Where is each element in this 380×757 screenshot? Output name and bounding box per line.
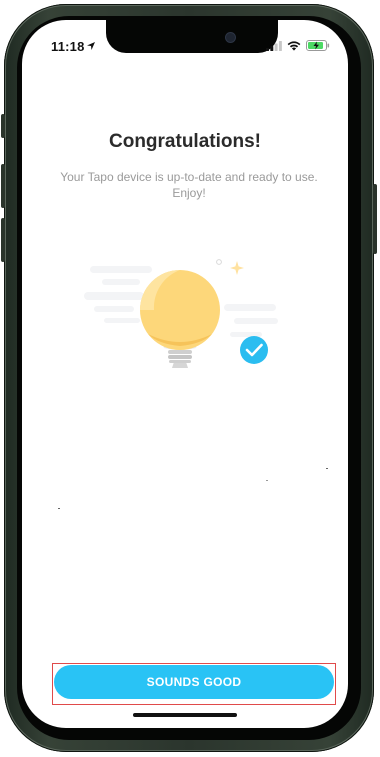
home-indicator: [133, 713, 237, 717]
front-camera: [226, 33, 235, 42]
sparkle-icon: [216, 259, 244, 275]
cellular-signal-icon: [266, 40, 282, 51]
notch: [106, 20, 278, 53]
power-button: [373, 184, 377, 254]
volume-up-button: [1, 164, 5, 208]
phone-screen: 11:18 Congratulations! Your Tapo device …: [22, 20, 348, 728]
location-arrow-icon: [87, 42, 95, 50]
page-title: Congratulations!: [109, 131, 261, 152]
status-icons: [266, 40, 330, 51]
sounds-good-button[interactable]: SOUNDS GOOD: [54, 665, 334, 699]
wifi-icon: [287, 40, 301, 51]
mute-switch: [1, 114, 5, 138]
volume-down-button: [1, 218, 5, 262]
dust-speck: [266, 480, 268, 481]
update-complete-message: Your Tapo device is up-to-date and ready…: [60, 170, 318, 200]
battery-charging-icon: [306, 40, 330, 51]
dust-speck: [326, 468, 328, 469]
light-bulb-icon: [140, 270, 220, 368]
checkmark-badge-icon: [240, 336, 268, 364]
bulb-illustration: [84, 259, 278, 368]
dust-speck: [58, 508, 60, 509]
status-time: 11:18: [51, 39, 85, 54]
